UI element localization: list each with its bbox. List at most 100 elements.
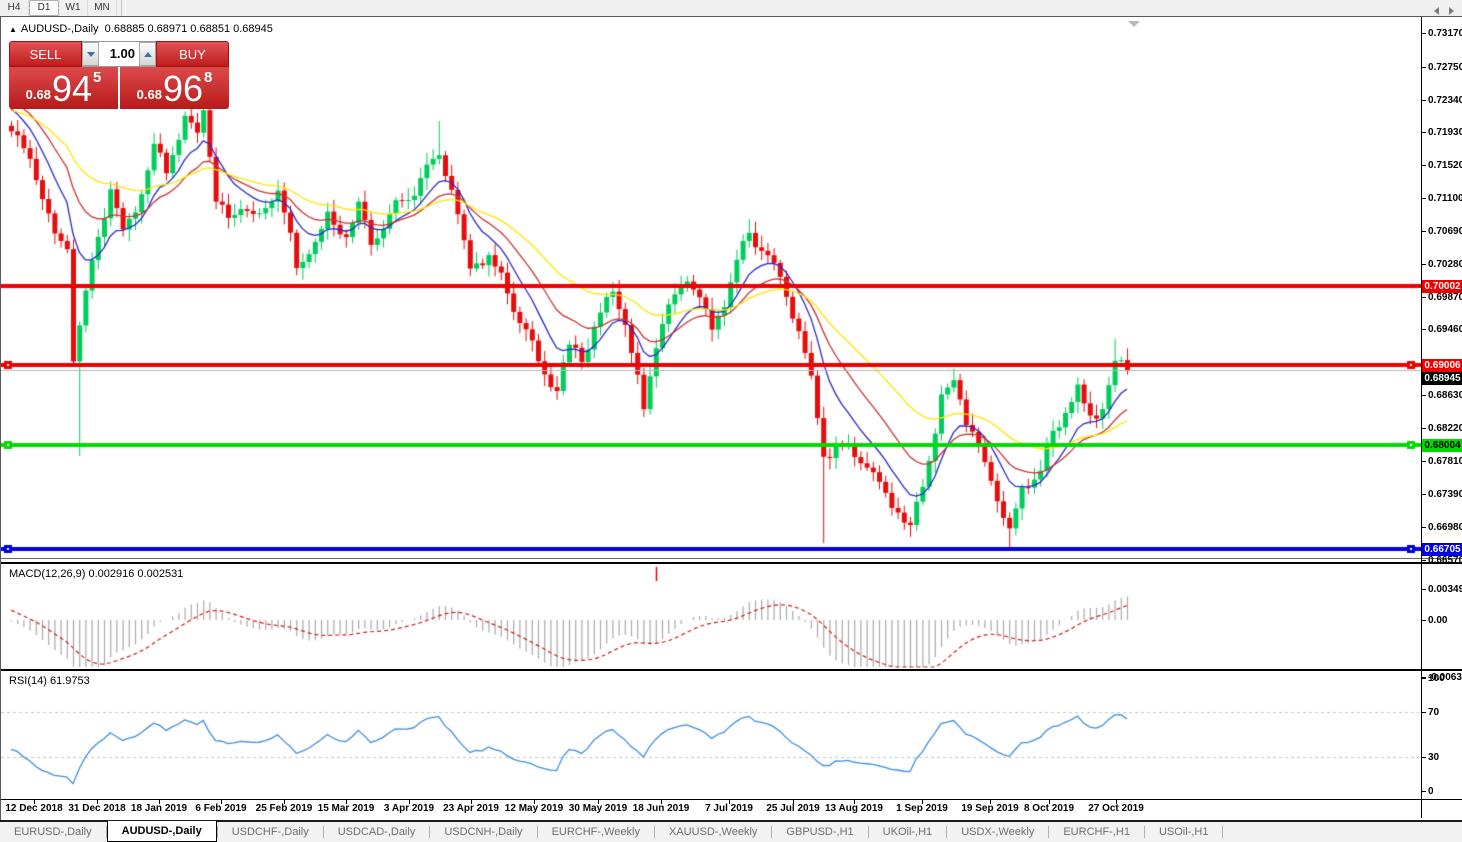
chart-tab[interactable]: EURCHF-,Weekly <box>538 823 654 842</box>
buy-price-prefix: 0.68 <box>137 87 162 102</box>
chart-tab[interactable]: USDCHF-,Daily <box>218 823 323 842</box>
axis-tick <box>1421 100 1426 101</box>
tab-scroll-arrows <box>1434 7 1454 15</box>
chart-tab[interactable]: USDX-,Weekly <box>947 823 1048 842</box>
date-axis-label: 18 Jan 2019 <box>126 803 192 814</box>
date-axis-label: 8 Oct 2019 <box>1016 803 1082 814</box>
axis-tick <box>1421 712 1426 713</box>
pane-splitter[interactable] <box>1 558 1462 559</box>
tab-separator-icon <box>1222 826 1223 838</box>
date-axis-label: 25 Feb 2019 <box>251 803 317 814</box>
price-axis-label: 0.70690 <box>1428 225 1462 238</box>
price-axis-label: 0.73170 <box>1428 27 1462 40</box>
date-axis-label: 27 Oct 2019 <box>1083 803 1149 814</box>
rsi-indicator-label: RSI(14) 61.9753 <box>9 675 90 687</box>
axis-tick <box>1421 428 1426 429</box>
chevron-up-icon <box>144 52 152 57</box>
current-price-badge: 0.68945 <box>1422 372 1462 385</box>
chart-tab[interactable]: EURUSD-,Daily <box>0 823 106 842</box>
pane-splitter[interactable] <box>1 669 1462 671</box>
toolbar-separator <box>121 0 126 16</box>
price-axis-label: 0.71930 <box>1428 126 1462 139</box>
date-axis-label: 7 Jul 2019 <box>696 803 762 814</box>
rsi-axis-label: 0 <box>1428 785 1434 798</box>
sell-button[interactable]: SELL <box>9 41 82 67</box>
chart-shift-marker-icon[interactable] <box>1128 21 1140 27</box>
axis-tick <box>1421 527 1426 528</box>
timeframe-toolbar: H4D1W1MN <box>0 0 1462 17</box>
sell-price-main: 94 <box>52 72 92 106</box>
chevron-down-icon <box>87 52 95 57</box>
buy-price-pip: 8 <box>204 69 212 86</box>
axis-tick <box>1421 67 1426 68</box>
level-price-badge: 0.70002 <box>1422 280 1462 293</box>
axis-tick <box>1421 165 1426 166</box>
sell-price-display[interactable]: 0.68 94 5 <box>9 67 118 109</box>
chart-tab[interactable]: USDCAD-,Daily <box>324 823 430 842</box>
rsi-axis-label: 30 <box>1428 751 1439 764</box>
price-axis-label: 0.67390 <box>1428 488 1462 501</box>
chart-tab[interactable]: USOil-,H1 <box>1145 823 1223 842</box>
chart-window: ▲AUDUSD-,Daily 0.68885 0.68971 0.68851 0… <box>0 16 1462 820</box>
date-axis-label: 18 Jun 2019 <box>628 803 694 814</box>
price-axis-label: 0.71100 <box>1428 192 1462 205</box>
volume-decrease-button[interactable] <box>82 42 99 66</box>
price-axis-label: 0.71520 <box>1428 159 1462 172</box>
date-axis-label: 1 Sep 2019 <box>889 803 955 814</box>
chart-tab-bar: EURUSD-,DailyAUDUSD-,DailyUSDCHF-,DailyU… <box>0 820 1462 842</box>
price-axis-label: 0.72340 <box>1428 94 1462 107</box>
sell-price-pip: 5 <box>93 69 101 86</box>
chart-collapse-icon[interactable]: ▲ <box>9 25 17 34</box>
one-click-trading-panel: SELL 1.00 BUY 0.68 94 5 0.68 96 8 <box>9 41 229 109</box>
date-axis-label: 12 Dec 2018 <box>1 803 67 814</box>
axis-tick <box>1421 33 1426 34</box>
axis-tick <box>1421 395 1426 396</box>
date-axis-label: 30 May 2019 <box>565 803 631 814</box>
pane-splitter[interactable] <box>1 562 1462 564</box>
chart-tab[interactable]: UKOil-,H1 <box>869 823 947 842</box>
axis-tick <box>1421 461 1426 462</box>
axis-tick <box>1421 757 1426 758</box>
volume-input[interactable]: 1.00 <box>99 42 139 66</box>
rsi-pane-canvas[interactable] <box>1 672 1421 799</box>
price-axis-line <box>1421 17 1422 818</box>
date-axis-label: 3 Apr 2019 <box>376 803 442 814</box>
timeframe-button-h4[interactable]: H4 <box>0 0 29 16</box>
macd-axis-label: 0.00349 <box>1428 583 1462 596</box>
axis-tick <box>1421 231 1426 232</box>
axis-tick <box>1421 297 1426 298</box>
chart-tab[interactable]: EURCHF-,H1 <box>1049 823 1144 842</box>
chart-tab[interactable]: USDCNH-,Daily <box>430 823 536 842</box>
date-axis-label: 25 Jul 2019 <box>760 803 826 814</box>
date-axis-label: 19 Sep 2019 <box>957 803 1023 814</box>
chart-tab[interactable]: XAUUSD-,Weekly <box>655 823 771 842</box>
price-axis-label: 0.68220 <box>1428 422 1462 435</box>
macd-axis-label: 0.00 <box>1428 614 1447 627</box>
chart-title: ▲AUDUSD-,Daily 0.68885 0.68971 0.68851 0… <box>9 23 273 35</box>
sell-price-prefix: 0.68 <box>26 87 51 102</box>
timeframe-button-w1[interactable]: W1 <box>59 0 88 16</box>
buy-price-display[interactable]: 0.68 96 8 <box>120 67 229 109</box>
timeframe-button-d1[interactable]: D1 <box>29 0 59 16</box>
axis-tick <box>1421 620 1426 621</box>
buy-button[interactable]: BUY <box>156 41 229 67</box>
tab-scroll-right-icon[interactable] <box>1449 7 1454 15</box>
level-price-badge: 0.69006 <box>1422 359 1462 372</box>
trading-app: H4D1W1MN ▲AUDUSD-,Daily 0.68885 0.68971 … <box>0 0 1462 842</box>
axis-tick <box>1421 589 1426 590</box>
volume-increase-button[interactable] <box>139 42 156 66</box>
price-axis-label: 0.69460 <box>1428 323 1462 336</box>
timeframe-button-mn[interactable]: MN <box>88 0 117 16</box>
tab-scroll-left-icon[interactable] <box>1434 7 1439 15</box>
axis-tick <box>1421 329 1426 330</box>
date-axis-label: 12 May 2019 <box>501 803 567 814</box>
price-axis-label: 0.66980 <box>1428 521 1462 534</box>
chart-ohlc-values: 0.68885 0.68971 0.68851 0.68945 <box>105 23 273 35</box>
macd-pane-canvas[interactable] <box>1 566 1421 669</box>
axis-tick <box>1421 791 1426 792</box>
date-axis-label: 31 Dec 2018 <box>64 803 130 814</box>
price-axis-label: 0.68630 <box>1428 389 1462 402</box>
chart-tab[interactable]: AUDUSD-,Daily <box>107 821 217 842</box>
chart-tab[interactable]: GBPUSD-,H1 <box>772 823 867 842</box>
price-axis-label: 0.72750 <box>1428 61 1462 74</box>
